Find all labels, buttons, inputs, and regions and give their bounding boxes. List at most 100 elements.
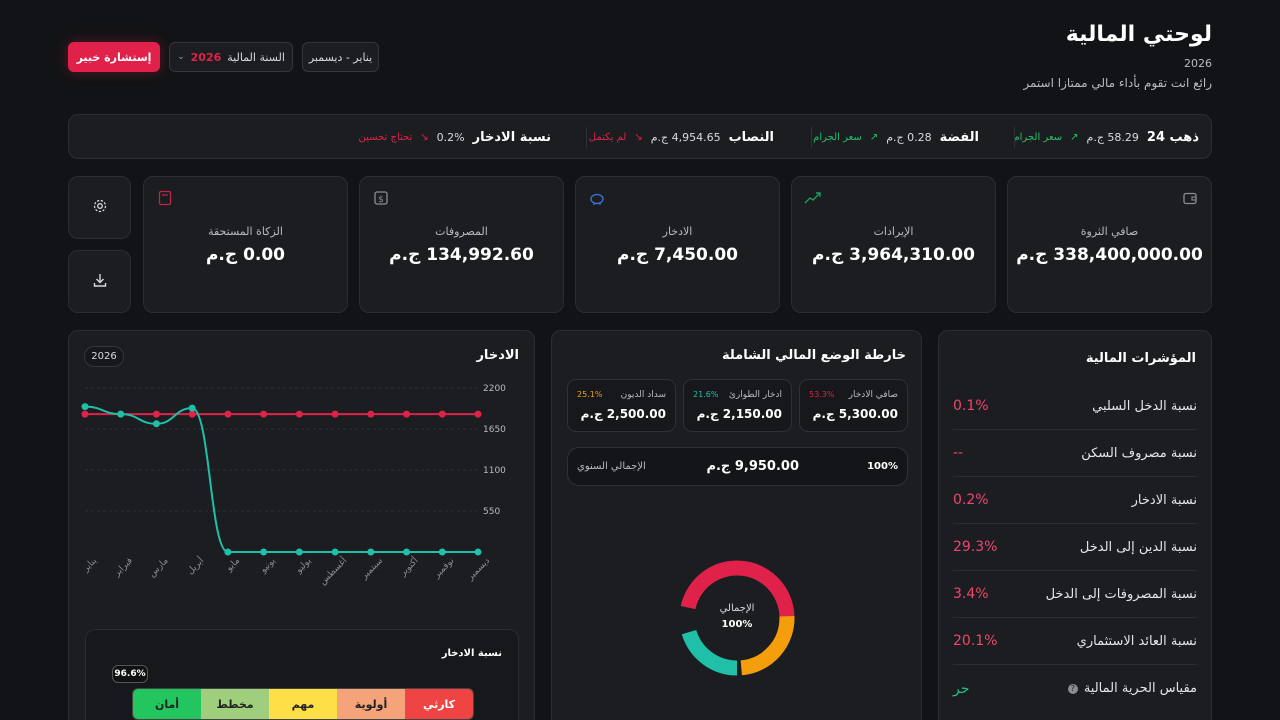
series-point-0 bbox=[367, 410, 375, 418]
trend-up-icon bbox=[804, 189, 822, 207]
indicator-row: مقياس الحرية المالية ? حر bbox=[953, 665, 1197, 712]
wallet-icon bbox=[1181, 189, 1199, 207]
svg-text:$: $ bbox=[378, 195, 384, 205]
x-tick-label: نوفمبر bbox=[431, 556, 456, 581]
chevron-down-icon: ⌄ bbox=[177, 52, 185, 62]
series-point-1 bbox=[403, 548, 411, 556]
x-tick-label: يناير bbox=[80, 556, 99, 575]
series-point-1 bbox=[260, 548, 268, 556]
trend-down-icon: ↘ bbox=[420, 132, 429, 143]
divider bbox=[586, 127, 587, 148]
series-point-1 bbox=[331, 548, 339, 556]
x-tick-label: يونيو bbox=[258, 556, 278, 576]
stat-savings: الادخار 7,450.00 ج.م bbox=[575, 176, 780, 313]
savings-line-chart: 550 1100 1650 2200 يناير فبراير مارس أبريل مايو ي… bbox=[80, 384, 506, 588]
indicator-row: نسبة العائد الاستثماري 20.1% bbox=[953, 618, 1197, 665]
ticker-silver: الفضة 0.28 ج.م ↗ سعر الجرام bbox=[813, 115, 979, 160]
savings-rate-gauge: نسبة الادخار 96.6% أمان مخطط مهم أولوية … bbox=[85, 629, 519, 720]
donut-center-label: الإجمالي bbox=[719, 603, 755, 614]
ticker-label: ذهب 24 bbox=[1146, 130, 1199, 145]
series-point-1 bbox=[188, 404, 196, 412]
x-tick-label: أغسطس bbox=[317, 555, 350, 588]
consult-expert-button[interactable]: إستشارة خبير bbox=[68, 42, 160, 72]
indicators-title: المؤشرات المالية bbox=[1085, 351, 1196, 366]
market-ticker: ذهب 24 58.29 ج.م ↗ سعر الجرام الفضة 0.28… bbox=[68, 114, 1212, 159]
stat-label: الزكاة المستحقة bbox=[208, 225, 283, 238]
indicator-name: نسبة المصروفات إلى الدخل bbox=[1045, 586, 1197, 602]
fiscal-year-select[interactable]: السنة المالية 2026 ⌄ bbox=[169, 42, 293, 72]
ticker-value: 4,954.65 ج.م bbox=[650, 131, 721, 144]
indicator-row: نسبة المصروفات إلى الدخل 3.4% bbox=[953, 571, 1197, 618]
indicator-value: 0.2% bbox=[953, 492, 989, 508]
series-point-1 bbox=[224, 548, 232, 556]
donut-center-percent: 100% bbox=[721, 619, 753, 630]
series-point-1 bbox=[367, 548, 375, 556]
indicator-name: نسبة الدين إلى الدخل bbox=[1079, 539, 1197, 555]
series-point-0 bbox=[295, 410, 303, 418]
ticker-label: النصاب bbox=[728, 130, 774, 145]
stat-value: 338,400,000.00 ج.م bbox=[1016, 245, 1203, 265]
series-point-1 bbox=[438, 548, 446, 556]
gauge-segment-important: مهم bbox=[269, 689, 337, 719]
series-line-1 bbox=[84, 405, 478, 553]
stat-net-worth: صافي الثروة 338,400,000.00 ج.م bbox=[1007, 176, 1212, 313]
stat-value: 0.00 ج.م bbox=[205, 245, 286, 265]
calculator-icon bbox=[156, 189, 174, 207]
series-point-0 bbox=[260, 410, 268, 418]
ticker-label: الفضة bbox=[939, 130, 979, 145]
trend-up-icon: ↗ bbox=[869, 132, 879, 143]
y-tick-label: 550 bbox=[483, 507, 500, 517]
dollar-icon: $ bbox=[372, 189, 390, 207]
x-tick-label: سبتمبر bbox=[359, 556, 385, 582]
ticker-value: 0.28 ج.م bbox=[886, 131, 932, 144]
ticker-gold: ذهب 24 58.29 ج.م ↗ سعر الجرام bbox=[1013, 115, 1199, 160]
help-icon[interactable]: ? bbox=[1067, 683, 1078, 694]
stat-label: المصروفات bbox=[435, 225, 488, 238]
series-point-1 bbox=[295, 548, 303, 556]
page-tagline: رائع انت تقوم بأداء مالي ممتازا استمر bbox=[1023, 76, 1212, 90]
allocation-donut bbox=[679, 560, 795, 676]
series-point-0 bbox=[152, 410, 160, 418]
ticker-value: 58.29 ج.م bbox=[1086, 131, 1139, 144]
series-point-1 bbox=[117, 410, 125, 418]
y-tick-label: 2200 bbox=[483, 384, 506, 394]
trend-up-icon: ↗ bbox=[1070, 132, 1079, 143]
gauge-segment-catastrophic: كارثي bbox=[405, 689, 473, 719]
x-tick-label: ديسمبر bbox=[465, 556, 492, 583]
x-tick-label: أبريل bbox=[184, 555, 206, 577]
series-point-1 bbox=[152, 420, 160, 428]
ticker-note: تحتاج تحسين bbox=[358, 132, 413, 143]
x-tick-label: أكتوبر bbox=[396, 555, 420, 579]
savings-chart-panel: الادخار 2026 550 1100 1650 2200 يناير فبراير م… bbox=[68, 330, 535, 720]
indicator-row: نسبة مصروف السكن -- bbox=[953, 430, 1197, 477]
indicator-row: نسبة الدخل السلبي 0.1% bbox=[953, 383, 1197, 430]
gauge-segment-priority: أولوية bbox=[337, 689, 405, 719]
trend-down-icon: ↘ bbox=[634, 132, 643, 143]
series-point-0 bbox=[331, 410, 339, 418]
indicator-value: حر bbox=[953, 680, 970, 697]
stat-value: 3,964,310.00 ج.م bbox=[812, 245, 975, 265]
x-tick-label: يوليو bbox=[293, 556, 313, 576]
indicator-name: مقياس الحرية المالية bbox=[1083, 681, 1197, 696]
stat-expenses: $ المصروفات 134,992.60 ج.م bbox=[359, 176, 564, 313]
download-button[interactable] bbox=[68, 250, 131, 313]
indicator-name: نسبة الادخار bbox=[1131, 492, 1197, 508]
divider bbox=[811, 127, 812, 148]
download-icon bbox=[92, 272, 108, 292]
stat-value: 134,992.60 ج.م bbox=[389, 245, 534, 265]
period-select[interactable]: يناير - ديسمبر bbox=[302, 42, 379, 72]
indicator-value: -- bbox=[953, 445, 964, 461]
financial-indicators-panel: المؤشرات المالية نسبة الدخل السلبي 0.1% … bbox=[938, 330, 1212, 720]
indicator-name: نسبة العائد الاستثماري bbox=[1076, 633, 1197, 649]
indicator-name: نسبة مصروف السكن bbox=[1081, 445, 1197, 461]
x-tick-label: مايو bbox=[224, 556, 242, 574]
series-point-0 bbox=[81, 410, 89, 418]
settings-button[interactable] bbox=[68, 176, 131, 239]
series-point-0 bbox=[224, 410, 232, 418]
consult-expert-label: إستشارة خبير bbox=[76, 50, 152, 64]
gauge-segment-planned: مخطط bbox=[201, 689, 269, 719]
stat-label: صافي الثروة bbox=[1080, 225, 1139, 238]
indicator-value: 20.1% bbox=[953, 633, 998, 649]
indicator-name: نسبة الدخل السلبي bbox=[1092, 398, 1197, 414]
x-tick-label: مارس bbox=[147, 556, 170, 579]
